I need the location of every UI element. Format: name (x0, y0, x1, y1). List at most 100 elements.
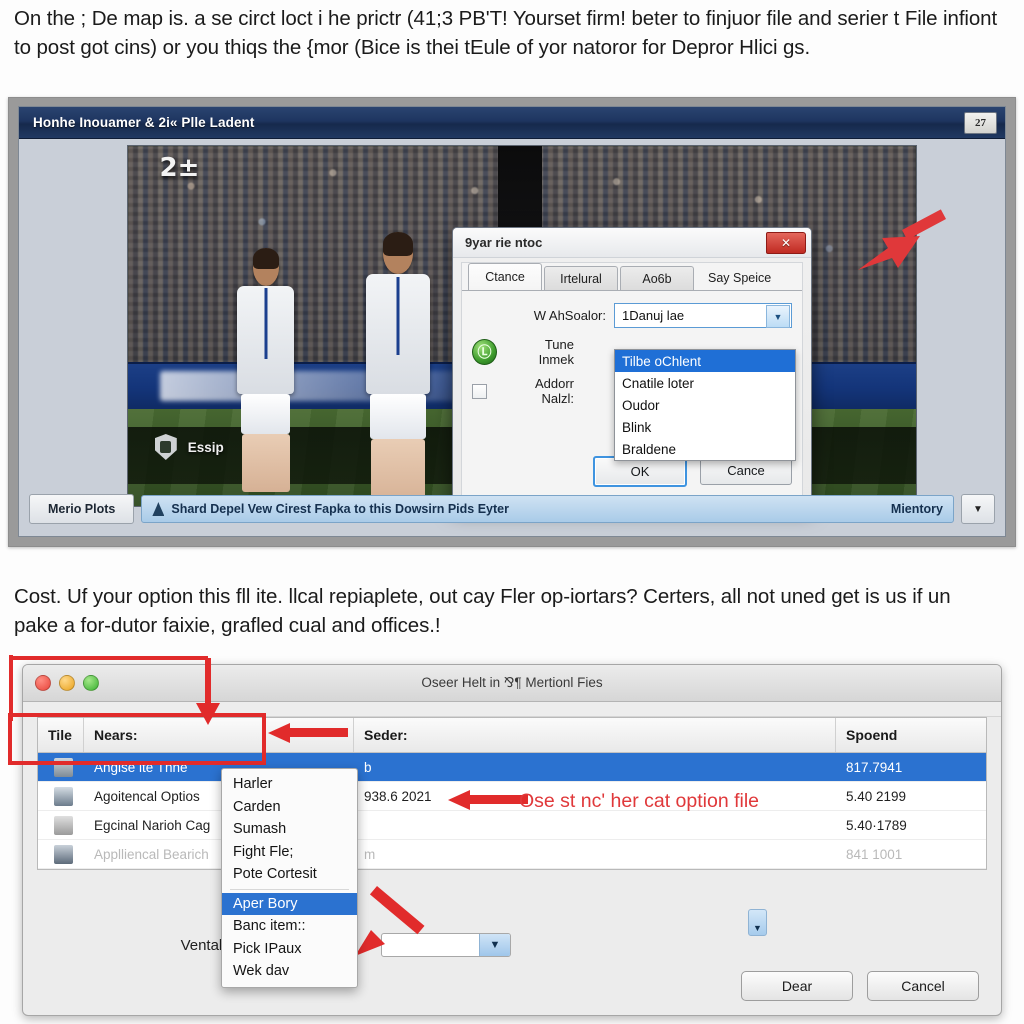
field-label-tune: Tune Inmek (538, 337, 574, 367)
dialog-content: Ctance Irtelural Ao6b Say Speice W AhSoa… (461, 262, 803, 498)
score-overlay: 2± (159, 153, 200, 184)
player-hair (383, 232, 413, 256)
menu-item-sumash[interactable]: Sumash (222, 818, 357, 841)
annotation-arrow-combo (858, 209, 948, 274)
menu-item-aper-bory[interactable]: Aper Bory (222, 892, 357, 915)
tab-say-speice[interactable]: Say Speice (696, 266, 783, 290)
team-badge-row: Essip (154, 434, 224, 460)
player-hair (252, 248, 279, 270)
chevron-down-icon[interactable]: ▼ (961, 494, 995, 524)
status-strip-left: Shard Depel Vew Cirest Fapka to this Dow… (152, 502, 509, 516)
field-row-absoalor: W AhSoalor: 1Danuj lae ▼ (472, 303, 792, 328)
window-title-bar: Honhe Inouamer & 2i« Plle Ladent 27 (19, 107, 1005, 139)
middle-paragraph: Cost. Uf your option this fll ite. llcal… (14, 585, 951, 637)
chevron-down-icon[interactable]: ▼ (479, 934, 510, 956)
status-strip[interactable]: Shard Depel Vew Cirest Fapka to this Dow… (141, 495, 954, 523)
tab-ctance[interactable]: Ctance (468, 263, 542, 290)
player-left (237, 248, 295, 493)
column-header-seder[interactable]: Seder: (354, 718, 836, 752)
field-label-tune-wrap: Ⓛ Tune Inmek (472, 337, 582, 367)
menu-item-carden[interactable]: Carden (222, 796, 357, 819)
close-icon[interactable]: ✕ (766, 231, 806, 254)
mac-form: Girrlea Teatt: ▼ Vental Your Opholt: ▼ (23, 897, 1001, 961)
disk-file-icon (54, 786, 73, 806)
row-seder: m (364, 846, 376, 862)
combo-value: 1Danuj lae (622, 308, 685, 323)
window-bottom-bar: Merio Plots Shard Depel Vew Cirest Fapka… (29, 492, 995, 526)
dialog-tabs: Ctance Irtelural Ao6b Say Speice (462, 263, 802, 291)
player-right (365, 232, 431, 504)
dropdown-item-3[interactable]: Blink (615, 416, 795, 438)
table-row[interactable]: Egcinal Narioh Cag 5.40·1789 (38, 811, 986, 840)
menu-separator (230, 888, 349, 890)
menu-item-fight-fle[interactable]: Fight Fle; (222, 841, 357, 864)
upload-icon (152, 502, 165, 516)
page-root: On the ; De map is. a se circt loct i he… (0, 0, 1024, 1024)
window-title: Honhe Inouamer & 2i« Plle Ladent (33, 115, 255, 130)
player-torso (237, 285, 295, 394)
context-menu[interactable]: Harler Carden Sumash Fight Fle; Pote Cor… (221, 768, 358, 988)
annotation-arrow-note (448, 790, 528, 812)
player-shorts (370, 394, 426, 439)
windows-window: Honhe Inouamer & 2i« Plle Ladent 27 2± E… (18, 106, 1006, 537)
dropdown-item-1[interactable]: Cnatile loter (615, 372, 795, 394)
annotation-elbow-line (8, 655, 228, 725)
annotation-arrow-header (268, 723, 348, 745)
row-spoend: 817.7941 (846, 759, 903, 775)
file-icon-cell (38, 815, 84, 835)
window-title-button[interactable]: 27 (964, 111, 997, 134)
shield-icon (154, 434, 177, 460)
player-torso (365, 274, 431, 395)
player-stripe (396, 276, 400, 356)
settings-dialog: 9yar rie ntoc ✕ Ctance Irtelural Ao6b Sa… (452, 227, 812, 507)
dialog-form: W AhSoalor: 1Danuj lae ▼ Ⓛ Tune Inmek Ad… (462, 291, 802, 461)
menu-item-pick-ipaux[interactable]: Pick IPaux (222, 938, 357, 961)
player-legs (241, 433, 290, 493)
menu-item-pote-cortesit[interactable]: Pote Cortesit (222, 863, 357, 886)
tab-irtelural[interactable]: Irtelural (544, 266, 618, 290)
menu-item-harler[interactable]: Harler (222, 773, 357, 796)
dialog-title-bar: 9yar rie ntoc ✕ (453, 228, 811, 258)
menu-item-wek-dav[interactable]: Wek dav (222, 960, 357, 983)
menu-item-banc-item[interactable]: Banc item:: (222, 915, 357, 938)
annotation-arrow-select (355, 886, 445, 960)
player-shorts (241, 393, 291, 434)
merio-plots-button[interactable]: Merio Plots (29, 494, 135, 524)
dropdown-item-2[interactable]: Oudor (615, 394, 795, 416)
annotation-note-text: Ose st nc' her cat option file (519, 790, 760, 812)
team-badge-label: Essip (187, 439, 224, 455)
tab-ao6b[interactable]: Ao6b (620, 266, 694, 290)
window-body: 2± Essip 9yar rie ntoc ✕ Ctance Irtelura… (19, 139, 1005, 536)
dear-button[interactable]: Dear (741, 971, 853, 1001)
dropdown-item-0[interactable]: Tilbe oChlent (615, 350, 795, 372)
dialog-title: 9yar rie ntoc (465, 235, 543, 250)
row-seder: b (364, 759, 372, 775)
windows-screenshot-frame: Honhe Inouamer & 2i« Plle Ladent 27 2± E… (8, 97, 1016, 547)
field-label-addorr: Addorr Nalzl: (534, 376, 574, 406)
file-icon-cell (38, 844, 84, 864)
row-spoend: 841 1001 (846, 846, 903, 862)
status-strip-label: Shard Depel Vew Cirest Fapka to this Dow… (171, 502, 509, 516)
field-label-addorr-wrap: Addorr Nalzl: (472, 376, 582, 406)
column-header-spoend[interactable]: Spoend (836, 718, 986, 752)
status-strip-right[interactable]: Mientory (891, 502, 943, 516)
dropdown-list[interactable]: Tilbe oChlent Cnatile loter Oudor Blink … (614, 349, 796, 461)
cancel-button[interactable]: Cancel (867, 971, 979, 1001)
player-stripe (264, 288, 268, 359)
field-label-absoalor: W AhSoalor: (533, 308, 606, 323)
file-icon-cell (38, 786, 84, 806)
form-row-girrlea: Girrlea Teatt: ▼ (23, 897, 1001, 936)
drive-file-icon (54, 844, 73, 864)
dropdown-item-4[interactable]: Braldene (615, 438, 795, 460)
doc-file-icon (54, 815, 73, 835)
mac-button-row: Dear Cancel (741, 971, 979, 1001)
combo-absoalor[interactable]: 1Danuj lae ▼ (614, 303, 792, 328)
intro-paragraph: On the ; De map is. a se circt loct i he… (14, 7, 998, 59)
table-row[interactable]: Applliencal Bearich m 841 1001 (38, 840, 986, 869)
chevron-down-icon[interactable]: ▼ (766, 305, 790, 328)
row-spoend: 5.40·1789 (846, 817, 907, 833)
form-row-vental: Vental Your Opholt: ▼ (23, 929, 1001, 961)
status-circle-icon: Ⓛ (472, 339, 497, 365)
quantity-stepper[interactable]: ▼ (748, 909, 767, 936)
checkbox-addorr[interactable] (472, 383, 487, 399)
